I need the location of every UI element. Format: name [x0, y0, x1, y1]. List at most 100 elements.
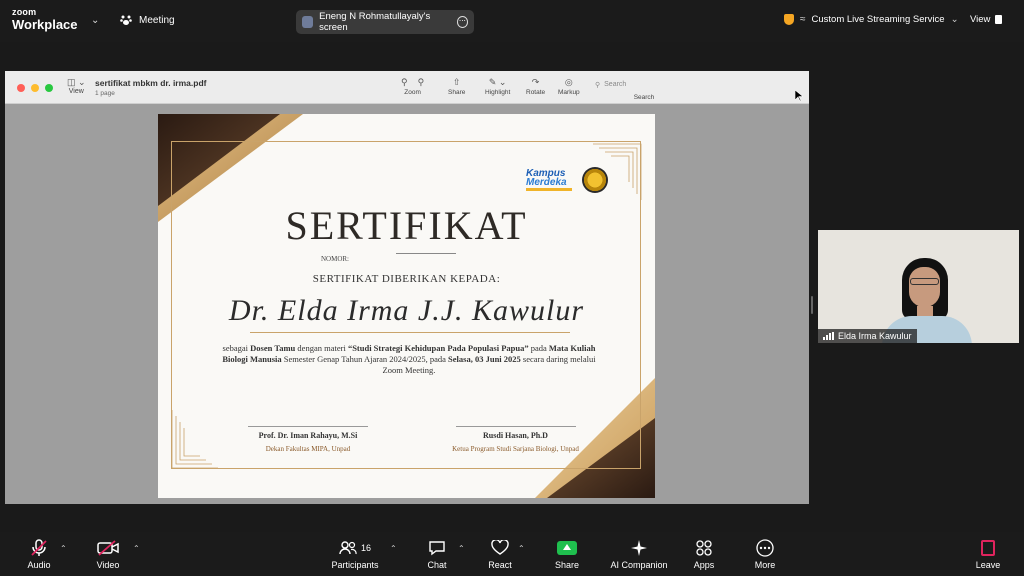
chat-options-caret[interactable]: ⌃	[458, 544, 465, 553]
shield-icon	[784, 14, 794, 25]
participants-button[interactable]: 16 Participants	[326, 538, 384, 570]
meeting-info-button[interactable]: Meeting	[120, 14, 175, 26]
live-stream-indicator[interactable]: ≈ Custom Live Streaming Service ⌄	[784, 14, 959, 25]
rotate-icon: ↷	[531, 77, 540, 87]
share-tool-label: Share	[448, 89, 466, 96]
search-icon: ⚲	[595, 81, 601, 89]
rotate-label: Rotate	[526, 89, 546, 96]
minimize-icon[interactable]	[31, 84, 39, 92]
participant-name-tag: Elda Irma Kawulur	[818, 329, 917, 343]
cursor-icon	[795, 90, 803, 102]
chevron-down-icon: ⌄	[950, 14, 959, 25]
pen-icon: ✎ ⌄	[488, 77, 507, 87]
stream-label: Custom Live Streaming Service	[811, 14, 945, 25]
ai-companion-label: AI Companion	[610, 560, 668, 570]
logo-line-1: zoom	[12, 7, 37, 17]
body-text-3: pada	[528, 343, 549, 353]
recipient-name: Dr. Elda Irma J.J. Kawulur	[228, 294, 585, 327]
more-button[interactable]: More	[737, 538, 793, 570]
signature-left: Prof. Dr. Iman Rahayu, M.Si Dekan Fakult…	[228, 426, 388, 453]
participants-options-caret[interactable]: ⌃	[390, 544, 397, 553]
markup-label: Markup	[558, 89, 580, 96]
certificate-logos: Kampus Merdeka	[526, 167, 608, 193]
participant-name: Elda Irma Kawulur	[838, 331, 912, 341]
view-label: View	[970, 14, 991, 25]
view-button[interactable]: View	[970, 14, 1003, 25]
rotate-tool[interactable]: ↷ Rotate	[526, 77, 545, 96]
video-off-icon	[80, 538, 136, 558]
share-tool[interactable]: ⇧ Share	[448, 77, 465, 96]
markup-icon: ◎	[564, 77, 573, 87]
title-ornament	[396, 253, 456, 254]
page-count: 1 page	[95, 90, 115, 97]
body-text-1: sebagai	[222, 343, 251, 353]
chat-button[interactable]: Chat	[409, 538, 465, 570]
highlight-label: Highlight	[485, 89, 511, 96]
zoom-label: Zoom	[404, 89, 421, 96]
leave-button[interactable]: Leave	[960, 538, 1016, 570]
signal-strength-icon	[823, 332, 834, 340]
share-screen-icon	[539, 538, 595, 558]
view-menu-button[interactable]: ◫ ⌄ View	[67, 77, 86, 95]
logo-underline	[526, 188, 572, 191]
share-title: Eneng N Rohmatullayaly's screen	[319, 11, 431, 33]
chevron-down-icon[interactable]: ⌄	[91, 15, 99, 26]
body-text-2: dengan materi	[295, 343, 348, 353]
ai-companion-button[interactable]: AI Companion	[606, 538, 672, 570]
participants-label: Participants	[331, 560, 379, 570]
audio-button[interactable]: Audio	[11, 538, 67, 570]
react-options-caret[interactable]: ⌃	[518, 544, 525, 553]
participant-face	[909, 267, 940, 307]
certificate-number-label: NOMOR:	[321, 255, 350, 263]
apps-button[interactable]: Apps	[676, 538, 732, 570]
sparkle-icon	[606, 538, 672, 558]
signer-right-position: Ketua Program Studi Sarjana Biologi, Unp…	[452, 445, 579, 453]
maximize-icon[interactable]	[45, 84, 53, 92]
broadcast-icon: ≈	[800, 14, 806, 25]
body-date: Selasa, 03 Juni 2025	[448, 354, 521, 364]
react-button[interactable]: React	[472, 538, 528, 570]
participant-video-tile[interactable]: Elda Irma Kawulur	[818, 230, 1019, 343]
paw-icon	[120, 15, 132, 25]
leave-icon	[960, 538, 1016, 558]
video-label: Video	[96, 560, 120, 570]
markup-tool[interactable]: ◎ Markup	[558, 77, 580, 96]
body-role: Dosen Tamu	[250, 343, 296, 353]
logo-merdeka-text: Merdeka	[526, 177, 567, 188]
certificate-title: SERTIFIKAT	[285, 203, 528, 248]
react-label: React	[488, 560, 512, 570]
video-button[interactable]: Video	[80, 538, 136, 570]
more-label: More	[754, 560, 776, 570]
zoom-logo: zoom Workplace	[12, 7, 78, 32]
share-icon: ⇧	[452, 77, 461, 87]
participant-glasses	[910, 278, 939, 285]
signature-line	[455, 426, 576, 427]
participants-icon: 16	[326, 538, 384, 558]
signature-line	[248, 426, 368, 427]
search-field[interactable]: ⚲ Search Search	[591, 78, 801, 101]
video-options-caret[interactable]: ⌃	[133, 544, 140, 553]
kampus-merdeka-logo: Kampus Merdeka	[526, 169, 572, 191]
preview-toolbar: ◫ ⌄ View sertifikat mbkm dr. irma.pdf 1 …	[5, 71, 809, 104]
shared-screen: ◫ ⌄ View sertifikat mbkm dr. irma.pdf 1 …	[5, 71, 809, 504]
document-title: sertifikat mbkm dr. irma.pdf 1 page	[95, 78, 206, 97]
apps-icon	[676, 538, 732, 558]
zoom-icons: ⚲ ⚲	[401, 77, 425, 87]
meeting-label: Meeting	[139, 14, 175, 26]
signer-left-name: Prof. Dr. Iman Rahayu, M.Si	[258, 431, 358, 440]
name-underline	[250, 332, 570, 333]
file-name: sertifikat mbkm dr. irma.pdf	[95, 78, 207, 88]
audio-label: Audio	[27, 560, 51, 570]
close-icon[interactable]	[17, 84, 25, 92]
signature-right: Rusdi Hasan, Ph.D Ketua Program Studi Sa…	[438, 426, 593, 453]
audio-options-caret[interactable]: ⌃	[60, 544, 67, 553]
panel-resize-handle[interactable]	[811, 296, 813, 314]
share-screen-button[interactable]: Share	[539, 538, 595, 570]
search-placeholder: Search	[604, 81, 627, 88]
window-controls	[17, 84, 53, 92]
zoom-tool[interactable]: ⚲ ⚲ Zoom	[401, 77, 424, 96]
more-options-icon[interactable]: ⋯	[456, 16, 468, 28]
screen-share-pill[interactable]: Eneng N Rohmatullayaly's screen ⋯	[296, 10, 474, 34]
screen-share-icon	[302, 16, 314, 28]
highlight-tool[interactable]: ✎ ⌄ Highlight	[485, 77, 510, 96]
